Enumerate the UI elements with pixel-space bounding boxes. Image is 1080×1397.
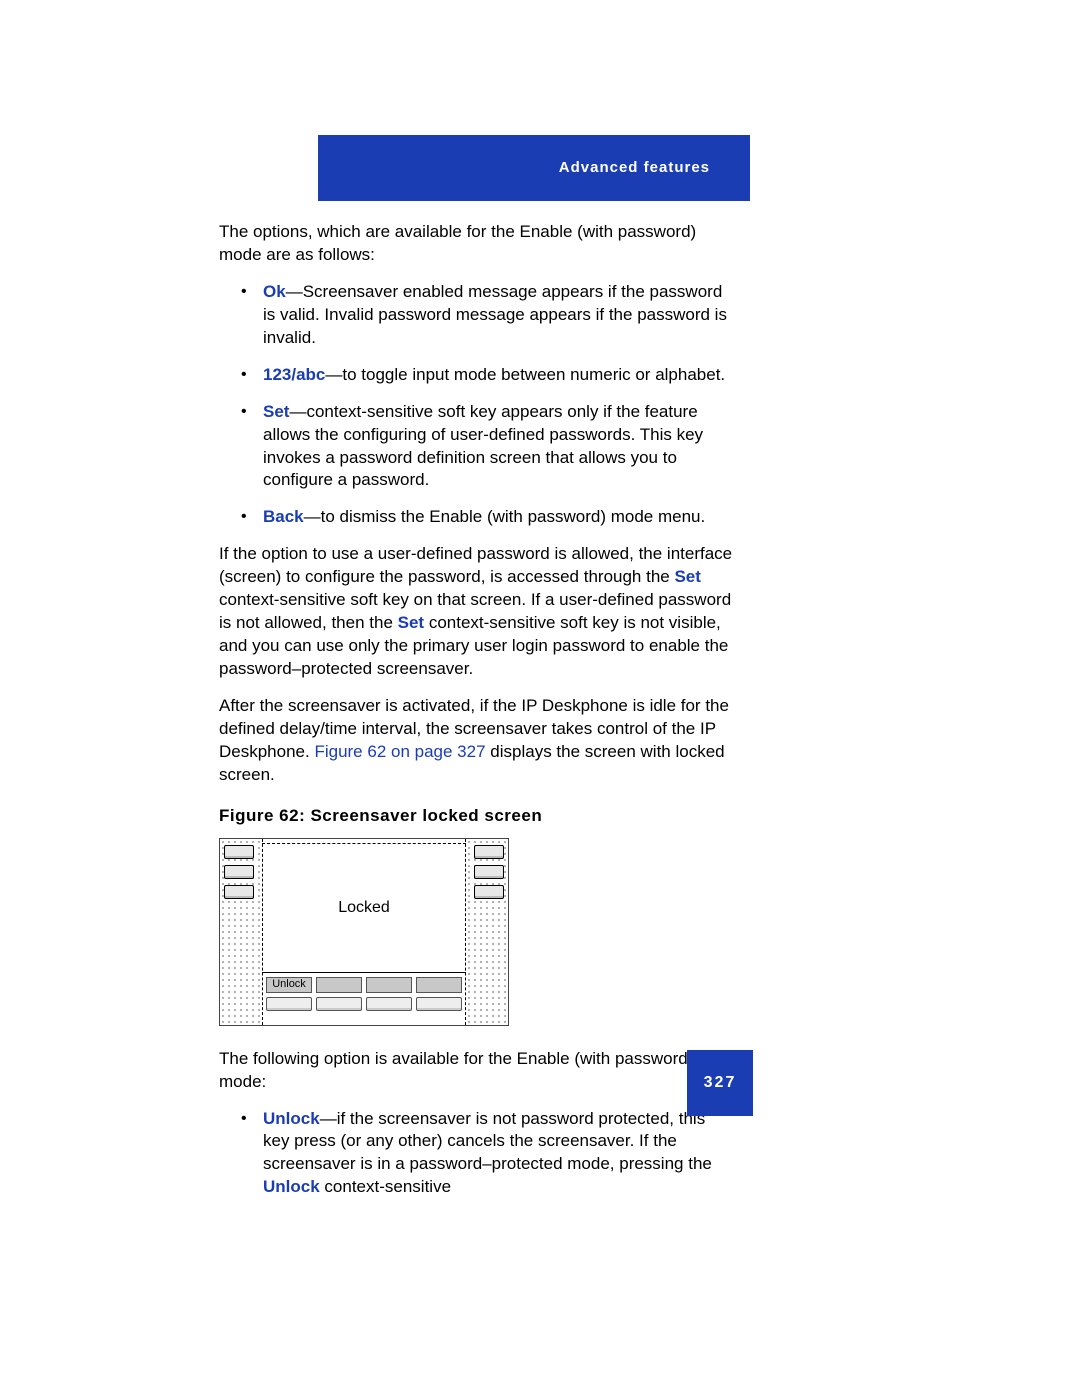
side-button (224, 845, 254, 859)
list-item: Unlock—if the screensaver is not passwor… (219, 1108, 735, 1200)
side-button (474, 865, 504, 879)
option-text: —to toggle input mode between numeric or… (325, 365, 725, 384)
softkey-row: Unlock (262, 973, 466, 993)
phone-display: Locked (262, 844, 466, 973)
side-button (224, 865, 254, 879)
option-text: —Screensaver enabled message appears if … (263, 282, 727, 347)
side-button (474, 845, 504, 859)
options-list-1: Ok—Screensaver enabled message appears i… (219, 281, 735, 529)
page-content: The options, which are available for the… (219, 221, 735, 1213)
softkey-empty (366, 977, 412, 993)
softkey-unlock: Unlock (266, 977, 312, 993)
page-number-value: 327 (704, 1072, 737, 1094)
text-fragment: If the option to use a user-defined pass… (219, 544, 732, 586)
paragraph-following-option: The following option is available for th… (219, 1048, 735, 1094)
side-button (474, 885, 504, 899)
list-item: Ok—Screensaver enabled message appears i… (219, 281, 735, 350)
hardkey (266, 997, 312, 1011)
phone-screenshot: Locked Unlock (219, 838, 509, 1026)
list-item: Back—to dismiss the Enable (with passwor… (219, 506, 735, 529)
softkey-empty (416, 977, 462, 993)
inline-keyword-unlock: Unlock (263, 1177, 320, 1196)
options-list-2: Unlock—if the screensaver is not passwor… (219, 1108, 735, 1200)
paragraph-after-activate: After the screensaver is activated, if t… (219, 695, 735, 787)
option-text: —if the screensaver is not password prot… (263, 1109, 712, 1174)
option-text: —to dismiss the Enable (with password) m… (304, 507, 706, 526)
option-text: context-sensitive (320, 1177, 451, 1196)
option-keyword-set: Set (263, 402, 289, 421)
list-item: Set—context-sensitive soft key appears o… (219, 401, 735, 493)
document-page: Advanced features The options, which are… (0, 0, 1080, 1397)
hardkey (366, 997, 412, 1011)
header-bar: Advanced features (318, 135, 750, 201)
phone-center: Locked Unlock (262, 839, 466, 1025)
locked-label: Locked (338, 897, 390, 919)
hardkey (316, 997, 362, 1011)
list-item: 123/abc—to toggle input mode between num… (219, 364, 735, 387)
option-keyword-123abc: 123/abc (263, 365, 325, 384)
option-keyword-unlock: Unlock (263, 1109, 320, 1128)
header-title: Advanced features (559, 158, 710, 178)
option-text: —context-sensitive soft key appears only… (263, 402, 703, 490)
cross-reference-link[interactable]: Figure 62 on page 327 (314, 742, 485, 761)
figure-caption: Figure 62: Screensaver locked screen (219, 805, 735, 828)
softkey-empty (316, 977, 362, 993)
paragraph-user-password: If the option to use a user-defined pass… (219, 543, 735, 681)
option-keyword-back: Back (263, 507, 304, 526)
intro-paragraph: The options, which are available for the… (219, 221, 735, 267)
side-button (224, 885, 254, 899)
option-keyword-ok: Ok (263, 282, 286, 301)
hardkey-row (262, 993, 466, 1015)
hardkey (416, 997, 462, 1011)
page-number: 327 (687, 1050, 753, 1116)
inline-keyword-set: Set (398, 613, 424, 632)
phone-right-sidekeys (465, 839, 508, 1025)
phone-left-sidekeys (220, 839, 263, 1025)
inline-keyword-set: Set (674, 567, 700, 586)
